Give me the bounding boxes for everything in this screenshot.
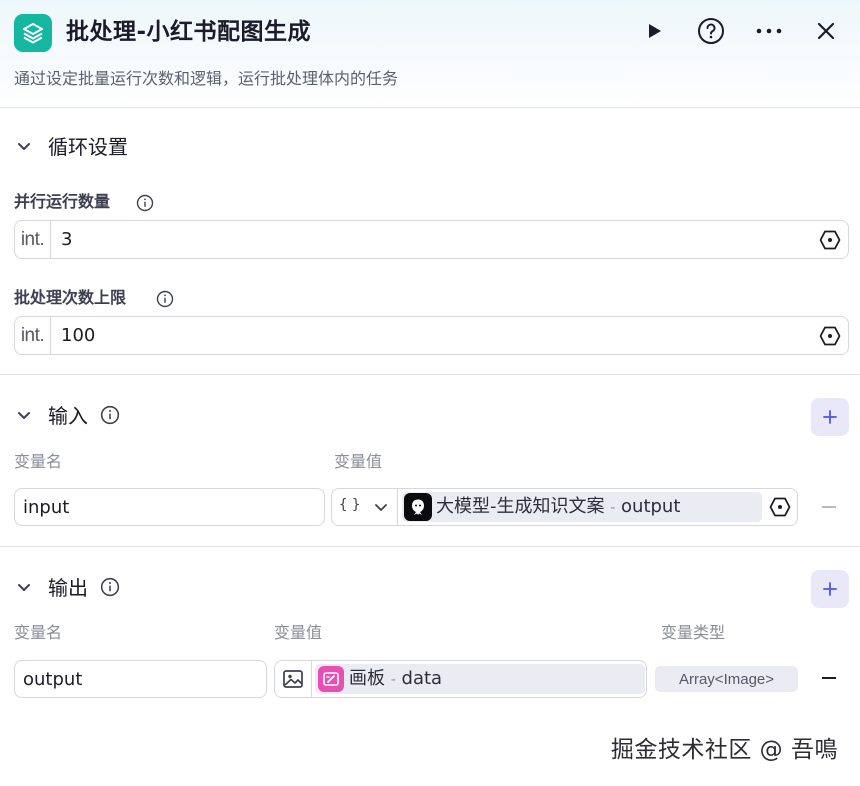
- node-title[interactable]: 批处理-小红书配图生成: [66, 16, 311, 48]
- collapse-chevron-icon[interactable]: [14, 137, 34, 157]
- chevron-down-icon: [375, 504, 387, 511]
- ref-field-name: data: [401, 668, 443, 689]
- output-var-name[interactable]: output: [23, 669, 82, 691]
- watermark: 掘金技术社区 @ 吾鳴: [610, 737, 838, 763]
- column-header-name: 变量名: [14, 452, 63, 471]
- batch-node-icon: [14, 14, 52, 52]
- variable-ref-icon[interactable]: [818, 324, 842, 348]
- input-var-name-field[interactable]: input: [14, 488, 325, 526]
- output-type-badge: Array<Image>: [655, 666, 798, 692]
- info-icon[interactable]: [100, 405, 120, 425]
- section-title-input: 输入: [48, 404, 88, 428]
- reference-path: 画板 - data: [349, 668, 442, 691]
- add-output-button[interactable]: [811, 570, 849, 608]
- output-var-value-field[interactable]: 画板 - data: [274, 660, 647, 698]
- object-type-icon: { }: [339, 497, 360, 513]
- column-header-name: 变量名: [14, 623, 63, 642]
- column-header-value: 变量值: [334, 452, 383, 471]
- info-icon[interactable]: [100, 577, 120, 597]
- variable-ref-icon[interactable]: [768, 495, 792, 519]
- section-title-output: 输出: [48, 576, 88, 600]
- close-button[interactable]: [811, 16, 841, 46]
- variable-ref-icon[interactable]: [818, 228, 842, 252]
- int-type-tag: int.: [15, 221, 51, 258]
- column-header-value: 变量值: [274, 623, 323, 642]
- ref-separator: -: [390, 672, 396, 688]
- value-type-selector[interactable]: [275, 661, 312, 697]
- run-button[interactable]: [639, 16, 669, 46]
- input-var-value-field[interactable]: { } 大模型-生成知识文案 - output: [331, 488, 798, 526]
- section-title-loop: 循环设置: [48, 135, 128, 159]
- batch-limit-value[interactable]: 100: [61, 325, 95, 347]
- column-header-type: 变量类型: [661, 623, 726, 642]
- help-button[interactable]: [696, 16, 726, 46]
- more-icon: [756, 28, 782, 34]
- int-type-tag: int.: [15, 317, 51, 354]
- plus-icon: [823, 582, 837, 596]
- node-description[interactable]: 通过设定批量运行次数和逻辑，运行批处理体内的任务: [14, 67, 398, 91]
- plus-icon: [823, 410, 837, 424]
- collapse-chevron-icon[interactable]: [14, 578, 34, 598]
- info-icon[interactable]: [136, 194, 154, 212]
- image-type-icon: [283, 670, 303, 688]
- section-divider: [0, 374, 860, 375]
- node-header: 批处理-小红书配图生成 通过设定批量运行次数和逻辑，运行批处理体内的任务: [0, 0, 860, 108]
- reference-chip[interactable]: 大模型-生成知识文案 - output: [402, 492, 762, 522]
- output-var-name-field[interactable]: output: [14, 660, 267, 698]
- value-type-selector[interactable]: { }: [332, 489, 398, 525]
- reference-path: 大模型-生成知识文案 - output: [436, 496, 680, 519]
- more-button[interactable]: [754, 16, 784, 46]
- section-divider: [0, 546, 860, 547]
- batch-limit-label: 批处理次数上限: [14, 288, 127, 307]
- ref-separator: -: [610, 500, 616, 516]
- remove-input-button[interactable]: [822, 506, 836, 508]
- batch-limit-field[interactable]: int. 100: [14, 316, 849, 355]
- info-icon[interactable]: [156, 290, 174, 308]
- play-icon: [649, 24, 661, 38]
- parallel-count-field[interactable]: int. 3: [14, 220, 849, 259]
- add-input-button[interactable]: [811, 398, 849, 436]
- ref-field-name: output: [621, 496, 681, 517]
- canvas-node-icon: [318, 666, 344, 692]
- remove-output-button[interactable]: [822, 677, 836, 679]
- close-icon: [817, 22, 835, 40]
- ref-node-name: 大模型-生成知识文案: [436, 496, 605, 517]
- llm-node-icon: [404, 493, 432, 521]
- input-var-name[interactable]: input: [23, 497, 69, 519]
- parallel-count-value[interactable]: 3: [61, 229, 72, 251]
- reference-chip[interactable]: 画板 - data: [315, 664, 645, 694]
- ref-node-name: 画板: [349, 668, 385, 689]
- parallel-count-label: 并行运行数量: [14, 192, 111, 211]
- question-icon: [698, 18, 724, 44]
- collapse-chevron-icon[interactable]: [14, 406, 34, 426]
